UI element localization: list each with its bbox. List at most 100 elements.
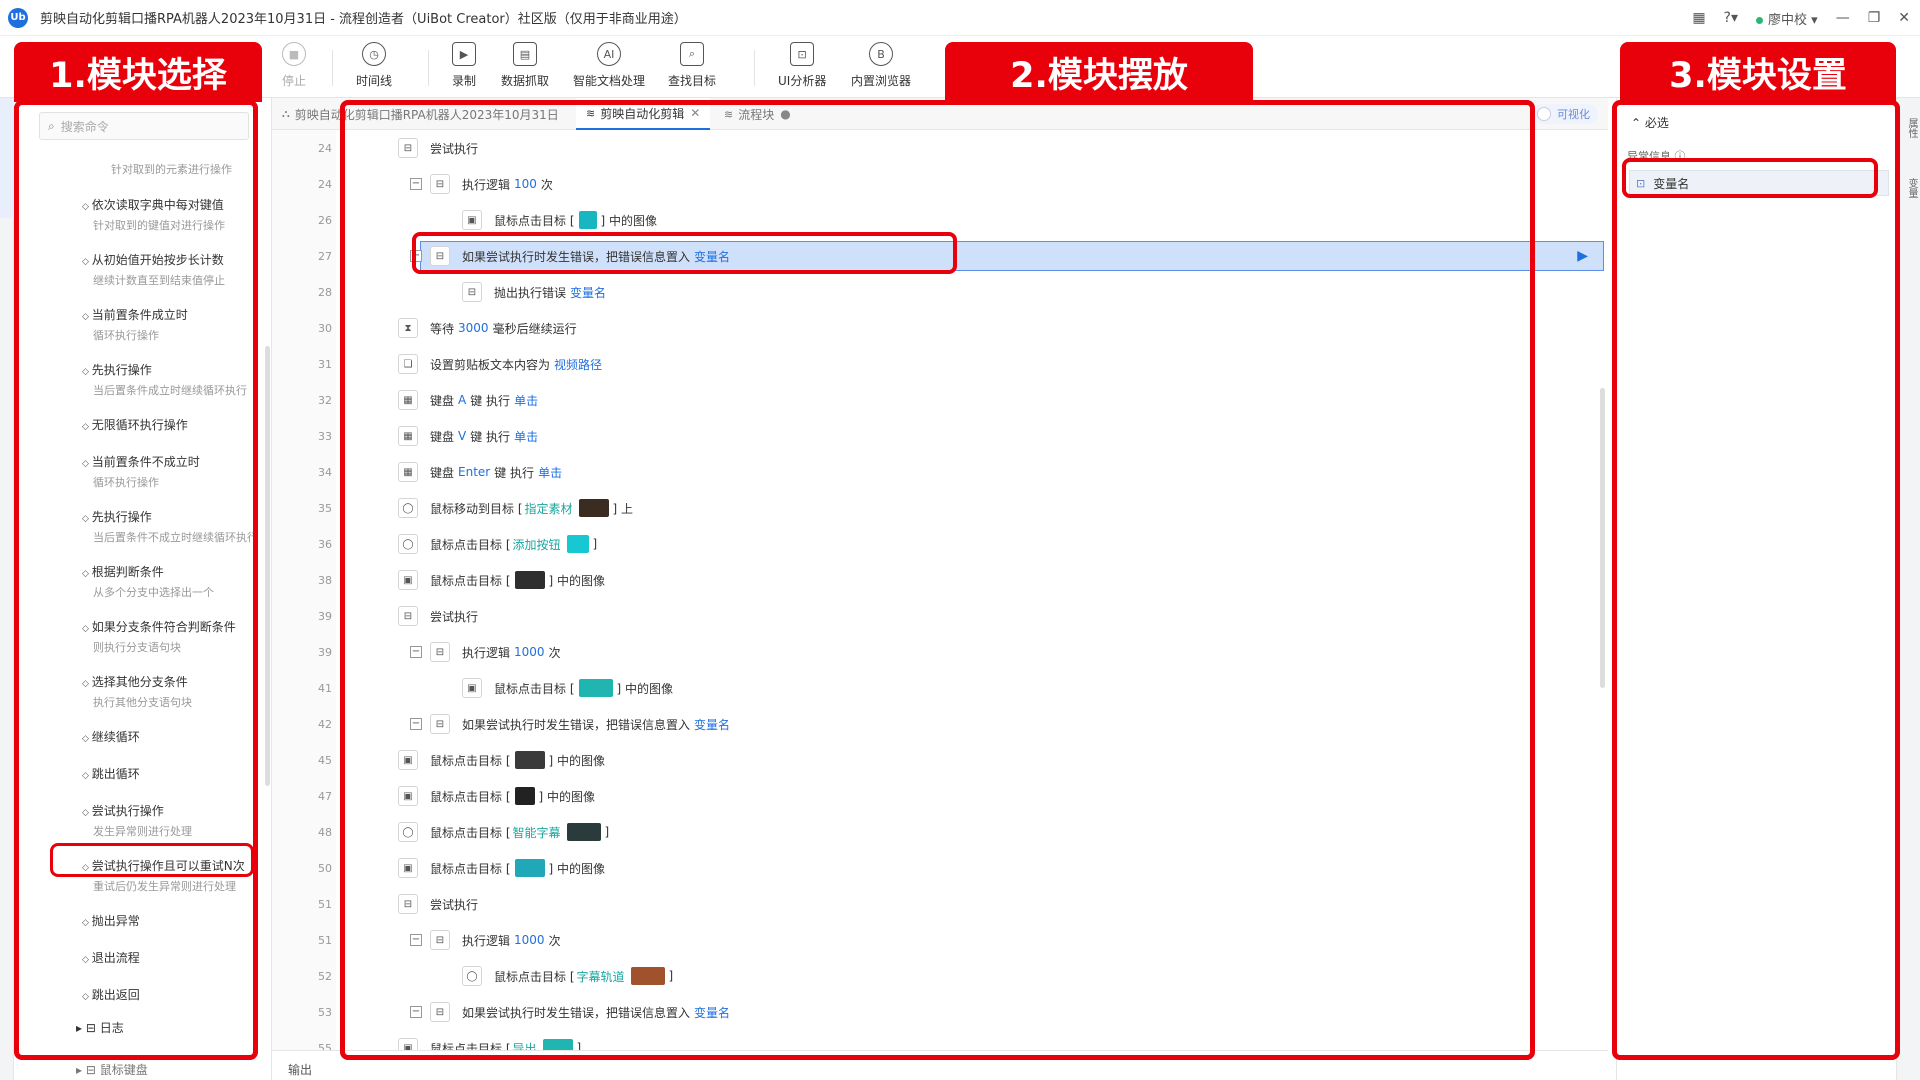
output-panel[interactable]: 输出 — [272, 1050, 1608, 1080]
flow-row[interactable]: 35 ◯ 鼠标移动到目标 [指定素材] 上 — [272, 490, 1608, 526]
close-icon[interactable]: ✕ — [1898, 10, 1910, 26]
flow-row[interactable]: 48 ◯ 鼠标点击目标 [智能字幕] — [272, 814, 1608, 850]
stop-button[interactable]: ■ 停止 — [282, 42, 306, 89]
command-title: 抛出异常 — [82, 912, 267, 929]
flow-row[interactable]: 24 ⊟ 尝试执行 — [272, 130, 1608, 166]
timeline-button[interactable]: ◷ 时间线 — [356, 42, 392, 89]
row-parameter[interactable]: 单击 — [514, 428, 538, 445]
flow-row[interactable]: 55 ▣ 鼠标点击目标 [导出] — [272, 1030, 1608, 1050]
flow-row[interactable]: 47 ▣ 鼠标点击目标 [] 中的图像 — [272, 778, 1608, 814]
flow-row[interactable]: 42 − ⊟ 如果尝试执行时发生错误，把错误信息置入 变量名 — [272, 706, 1608, 742]
left-strip-tab[interactable] — [0, 98, 14, 218]
flow-row[interactable]: 50 ▣ 鼠标点击目标 [] 中的图像 — [272, 850, 1608, 886]
user-menu[interactable]: 廖中校 ▾ — [1756, 9, 1818, 28]
flow-row[interactable]: 31 ❏ 设置剪贴板文本内容为 视频路径 — [272, 346, 1608, 382]
command-desc: 针对取到的键值对进行操作 — [93, 219, 225, 232]
row-parameter[interactable]: 单击 — [538, 464, 562, 481]
row-parameter[interactable]: 单击 — [514, 392, 538, 409]
flow-row[interactable]: 39 ⊟ 尝试执行 — [272, 598, 1608, 634]
collapse-toggle-icon[interactable]: − — [410, 1006, 422, 1018]
command-item[interactable]: 根据判断条件从多个分支中选择出一个 — [82, 563, 267, 600]
flow-row[interactable]: 33 ▦ 键盘 V 键 执行 单击 — [272, 418, 1608, 454]
row-parameter[interactable]: Enter — [458, 465, 490, 479]
command-item[interactable]: 跳出返回 — [82, 986, 267, 1003]
search-input[interactable]: ⌕ 搜索命令 — [39, 112, 249, 140]
required-section-header[interactable]: ⌃ 必选 — [1631, 114, 1669, 131]
flow-row-selected[interactable]: ▶ 27 − ⊟ 如果尝试执行时发生错误，把错误信息置入 变量名 — [272, 238, 1608, 274]
editor-scrollbar[interactable] — [1600, 388, 1605, 688]
tab-flow-block[interactable]: ≋ 剪映自动化剪辑 ✕ — [576, 98, 711, 130]
command-item[interactable]: 无限循环执行操作 — [82, 416, 267, 433]
row-parameter[interactable]: 1000 — [514, 933, 545, 947]
data-capture-button[interactable]: ▤ 数据抓取 — [501, 42, 549, 89]
line-number: 32 — [318, 393, 332, 407]
flow-row[interactable]: 32 ▦ 键盘 A 键 执行 单击 — [272, 382, 1608, 418]
smart-doc-button[interactable]: AI 智能文档处理 — [573, 42, 645, 89]
flow-row[interactable]: 52 ◯ 鼠标点击目标 [字幕轨道] — [272, 958, 1608, 994]
command-item[interactable]: 先执行操作当后置条件成立时继续循环执行 — [82, 361, 267, 398]
command-item[interactable]: 依次读取字典中每对键值针对取到的键值对进行操作 — [82, 196, 267, 233]
collapse-toggle-icon[interactable]: − — [410, 250, 422, 262]
tab-properties[interactable]: 属性 — [1899, 118, 1919, 138]
variable-name-field[interactable]: ⊡ 变量名 — [1629, 170, 1889, 196]
row-parameter[interactable]: A — [458, 393, 466, 407]
command-title: 无限循环执行操作 — [82, 416, 267, 433]
row-parameter[interactable]: 视频路径 — [554, 356, 602, 373]
row-parameter[interactable]: 变量名 — [570, 284, 606, 301]
tab-block[interactable]: ≋ 流程块 ● — [714, 98, 801, 130]
collapse-toggle-icon[interactable]: − — [410, 178, 422, 190]
flow-row[interactable]: 34 ▦ 键盘 Enter 键 执行 单击 — [272, 454, 1608, 490]
flow-row[interactable]: 26 ▣ 鼠标点击目标 [] 中的图像 — [272, 202, 1608, 238]
minimize-icon[interactable]: — — [1836, 10, 1850, 26]
ui-analyzer-button[interactable]: ⊡ UI分析器 — [778, 42, 826, 89]
flow-row[interactable]: 41 ▣ 鼠标点击目标 [] 中的图像 — [272, 670, 1608, 706]
command-scrollbar[interactable] — [265, 346, 270, 786]
flow-row[interactable]: 51 − ⊟ 执行逻辑 1000 次 — [272, 922, 1608, 958]
flow-row[interactable]: 24 − ⊟ 执行逻辑 100 次 — [272, 166, 1608, 202]
log-category[interactable]: ▸ ⊟ 日志 — [76, 1019, 124, 1036]
flow-row[interactable]: 30 ⧗ 等待 3000 毫秒后继续运行 — [272, 310, 1608, 346]
command-item[interactable]: 当前置条件成立时循环执行操作 — [82, 306, 267, 343]
tab-variables[interactable]: 变量 — [1899, 178, 1919, 198]
command-item[interactable]: 尝试执行操作发生异常则进行处理 — [82, 802, 267, 839]
visualize-toggle[interactable]: 可视化 — [1533, 104, 1598, 124]
row-parameter[interactable]: 3000 — [458, 321, 489, 335]
row-parameter[interactable]: V — [458, 429, 466, 443]
find-target-button[interactable]: ⌕ 查找目标 — [668, 42, 716, 89]
mouse-keyboard-category[interactable]: ▸ ⊟ 鼠标键盘 — [76, 1061, 148, 1078]
flow-row[interactable]: 39 − ⊟ 执行逻辑 1000 次 — [272, 634, 1608, 670]
help-icon[interactable]: ?▾ — [1724, 10, 1738, 26]
apps-icon[interactable]: ▦ — [1692, 10, 1705, 26]
flow-row[interactable]: 45 ▣ 鼠标点击目标 [] 中的图像 — [272, 742, 1608, 778]
flow-row[interactable]: 38 ▣ 鼠标点击目标 [] 中的图像 — [272, 562, 1608, 598]
restore-icon[interactable]: ❐ — [1868, 10, 1881, 26]
row-parameter[interactable]: 变量名 — [694, 716, 730, 733]
collapse-toggle-icon[interactable]: − — [410, 718, 422, 730]
close-tab-icon[interactable]: ✕ — [690, 106, 700, 120]
command-item[interactable]: 抛出异常 — [82, 912, 267, 929]
tab-project[interactable]: ⛬ 剪映自动化剪辑口播RPA机器人2023年10月31日 — [272, 98, 569, 130]
command-item[interactable]: 选择其他分支条件执行其他分支语句块 — [82, 673, 267, 710]
row-parameter[interactable]: 变量名 — [694, 1004, 730, 1021]
row-parameter[interactable]: 1000 — [514, 645, 545, 659]
command-item[interactable]: 当前置条件不成立时循环执行操作 — [82, 453, 267, 490]
flow-row[interactable]: 53 − ⊟ 如果尝试执行时发生错误，把错误信息置入 变量名 — [272, 994, 1608, 1030]
record-button[interactable]: ▶ 录制 — [452, 42, 476, 89]
row-parameter[interactable]: 100 — [514, 177, 537, 191]
flow-row[interactable]: 51 ⊟ 尝试执行 — [272, 886, 1608, 922]
builtin-browser-button[interactable]: B 内置浏览器 — [851, 42, 911, 89]
flow-row[interactable]: 28 ⊟ 抛出执行错误 变量名 — [272, 274, 1608, 310]
command-item[interactable]: 继续循环 — [82, 728, 267, 745]
row-parameter[interactable]: 变量名 — [694, 248, 730, 265]
stop-icon: ■ — [282, 42, 306, 66]
collapse-toggle-icon[interactable]: − — [410, 646, 422, 658]
run-from-here-icon[interactable]: ▶ — [1577, 248, 1588, 264]
command-item[interactable]: 如果分支条件符合判断条件则执行分支语句块 — [82, 618, 267, 655]
flow-row[interactable]: 36 ◯ 鼠标点击目标 [添加按钮] — [272, 526, 1608, 562]
command-item[interactable]: 尝试执行操作且可以重试N次重试后仍发生异常则进行处理 — [82, 857, 267, 894]
command-item[interactable]: 从初始值开始按步长计数继续计数直至到结束值停止 — [82, 251, 267, 288]
command-item[interactable]: 先执行操作当后置条件不成立时继续循环执行 — [82, 508, 267, 545]
command-item[interactable]: 跳出循环 — [82, 765, 267, 782]
collapse-toggle-icon[interactable]: − — [410, 934, 422, 946]
command-item[interactable]: 退出流程 — [82, 949, 267, 966]
